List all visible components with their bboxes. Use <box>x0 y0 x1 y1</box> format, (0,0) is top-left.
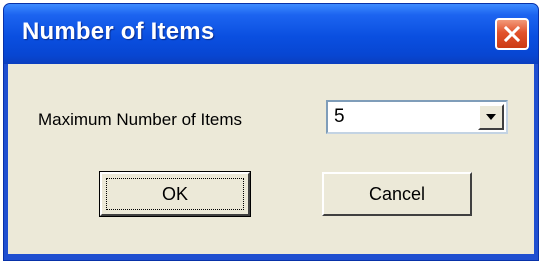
window-title: Number of Items <box>22 18 215 45</box>
focus-ring <box>106 178 244 210</box>
title-bar[interactable]: Number of Items <box>4 4 538 64</box>
chevron-down-icon <box>486 114 496 120</box>
cancel-button[interactable]: Cancel <box>322 172 472 216</box>
ok-button[interactable]: OK <box>99 171 251 217</box>
cancel-button-label: Cancel <box>368 183 426 204</box>
max-items-label: Maximum Number of Items <box>38 110 243 129</box>
close-icon <box>503 25 521 43</box>
max-items-value: 5 <box>334 106 345 127</box>
close-button[interactable] <box>495 18 529 50</box>
dialog-body: Maximum Number of Items 5 OK Cancel <box>8 64 534 254</box>
dialog-window: Number of Items Maximum Number of Items … <box>3 3 539 261</box>
max-items-dropdown[interactable]: 5 <box>326 100 508 134</box>
dropdown-button[interactable] <box>478 104 504 130</box>
